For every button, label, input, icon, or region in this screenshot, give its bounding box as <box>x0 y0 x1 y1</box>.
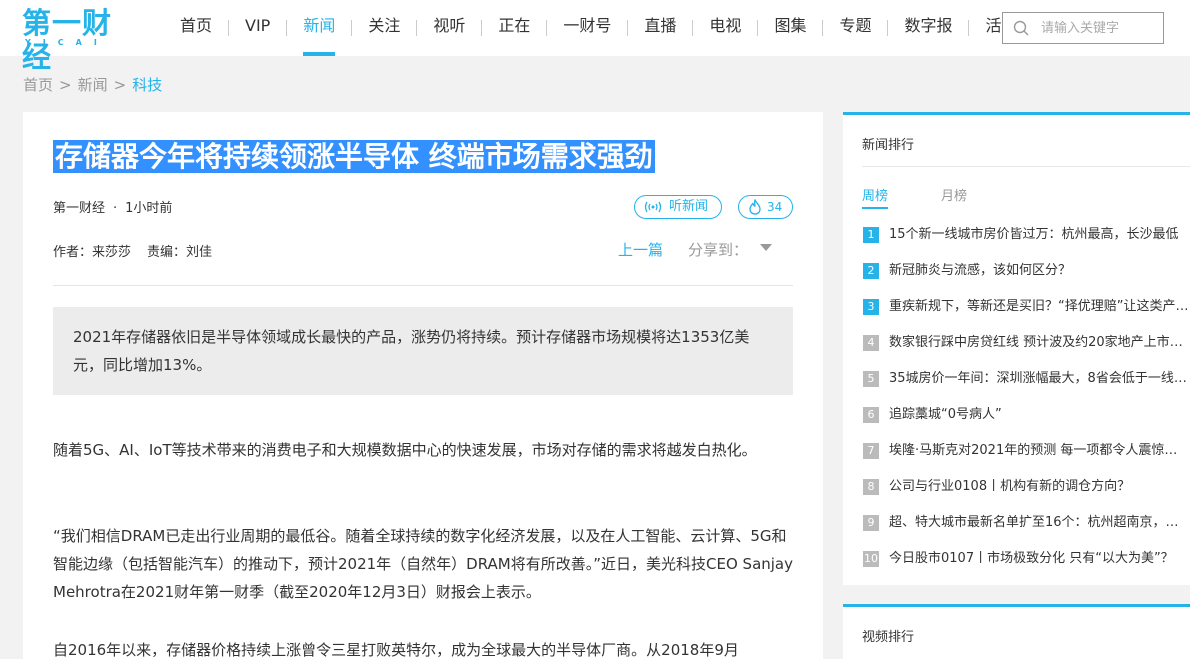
nav-home[interactable]: 首页 <box>164 0 228 56</box>
ranking-list: 1 15个新一线城市房价皆过万：杭州最高，长沙最低 2 新冠肺炎与流感，该如何区… <box>863 224 1190 584</box>
site-logo[interactable]: 第一财经 YICAI <box>22 6 132 74</box>
nav-now[interactable]: 正在 <box>482 0 546 56</box>
breadcrumb-separator: > <box>59 76 72 94</box>
breadcrumb-separator: > <box>113 76 127 94</box>
article-source-line: 第一财经 · 1小时前 <box>53 197 172 216</box>
rank-headline[interactable]: 追踪藁城“0号病人” <box>889 404 1190 426</box>
rank-headline[interactable]: 新冠肺炎与流感，该如何区分？ <box>889 260 1190 282</box>
hot-count: 34 <box>767 200 783 214</box>
main-nav: 首页 VIP 新闻 关注 视听 正在 一财号 直播 电视 图集 专题 数字报 活… <box>164 0 1034 56</box>
article-paragraph: “我们相信DRAM已走出行业周期的最低谷。随着全球持续的数字化经济发展，以及在人… <box>53 527 793 601</box>
previous-article-link[interactable]: 上一篇 <box>618 239 663 260</box>
ranking-item[interactable]: 4 数家银行踩中房贷红线 预计波及约20家地产上市公司 <box>863 332 1190 368</box>
ranking-item[interactable]: 10 今日股市0107丨市场极致分化 只有“以大为美”？ <box>863 548 1190 584</box>
article-time: 1小时前 <box>125 201 173 216</box>
video-ranking-panel: 视频排行 <box>843 604 1190 659</box>
ranking-item[interactable]: 2 新冠肺炎与流感，该如何区分？ <box>863 260 1190 296</box>
article-author: 作者：来莎莎 <box>53 245 132 260</box>
rank-number: 4 <box>863 335 879 351</box>
ranking-item[interactable]: 8 公司与行业0108丨机构有新的调仓方向？ <box>863 476 1190 512</box>
nav-topics[interactable]: 专题 <box>823 0 887 56</box>
rank-number: 6 <box>863 407 879 423</box>
nav-tv[interactable]: 电视 <box>693 0 757 56</box>
share-dropdown-icon[interactable] <box>760 244 772 251</box>
rank-number: 9 <box>863 515 879 531</box>
ranking-item[interactable]: 3 重疾新规下，等新还是买旧？“择优理赔”让这类产品更值得买 <box>863 296 1190 332</box>
article-paragraph: 自2016年以来，存储器价格持续上涨曾令三星打败英特尔，成为全球最大的半导体厂商… <box>53 641 739 659</box>
nav-epaper[interactable]: 数字报 <box>888 0 968 56</box>
ranking-item[interactable]: 9 超、特大城市最新名单扩至16个：杭州超南京，成都超武汉 <box>863 512 1190 548</box>
nav-vip[interactable]: VIP <box>229 0 286 56</box>
rank-headline[interactable]: 超、特大城市最新名单扩至16个：杭州超南京，成都超武汉 <box>889 512 1190 534</box>
article-paragraph: 随着5G、AI、IoT等技术带来的消费电子和大规模数据中心的快速发展，市场对存储… <box>53 441 757 459</box>
audio-wave-icon <box>644 201 662 213</box>
rank-headline[interactable]: 15个新一线城市房价皆过万：杭州最高，长沙最低 <box>889 224 1190 246</box>
rank-number: 2 <box>863 263 879 279</box>
rank-headline[interactable]: 今日股市0107丨市场极致分化 只有“以大为美”？ <box>889 548 1190 570</box>
divider <box>862 166 1190 167</box>
breadcrumb-home[interactable]: 首页 <box>23 76 53 94</box>
flame-icon <box>749 199 761 215</box>
rank-number: 1 <box>863 227 879 243</box>
nav-follow[interactable]: 关注 <box>352 0 416 56</box>
breadcrumb-news[interactable]: 新闻 <box>78 76 108 94</box>
nav-gallery[interactable]: 图集 <box>758 0 822 56</box>
ranking-item[interactable]: 1 15个新一线城市房价皆过万：杭州最高，长沙最低 <box>863 224 1190 260</box>
listen-news-label: 听新闻 <box>669 199 709 214</box>
search-input[interactable] <box>1041 13 1159 43</box>
article-title: 存储器今年将持续领涨半导体 终端市场需求强劲 <box>53 140 655 174</box>
article-panel: 存储器今年将持续领涨半导体 终端市场需求强劲 第一财经 · 1小时前 听新闻 34 … <box>23 112 823 659</box>
ranking-item[interactable]: 7 埃隆·马斯克对2021年的预测 每一项都令人震惊不已 <box>863 440 1190 476</box>
meta-dot: · <box>113 201 118 216</box>
search-icon[interactable] <box>1013 20 1029 36</box>
rank-number: 5 <box>863 371 879 387</box>
news-ranking-panel: 新闻排行 周榜 月榜 1 15个新一线城市房价皆过万：杭州最高，长沙最低 2 新… <box>843 112 1190 585</box>
rank-number: 10 <box>863 551 879 567</box>
rank-headline[interactable]: 重疾新规下，等新还是买旧？“择优理赔”让这类产品更值得买 <box>889 296 1190 318</box>
logo-subtext: YICAI <box>25 38 109 47</box>
share-label[interactable]: 分享到： <box>688 239 748 260</box>
nav-video[interactable]: 视听 <box>417 0 481 56</box>
article-editor: 责编：刘佳 <box>147 245 213 260</box>
rank-headline[interactable]: 公司与行业0108丨机构有新的调仓方向？ <box>889 476 1190 498</box>
nav-news[interactable]: 新闻 <box>287 0 351 56</box>
ranking-item[interactable]: 5 35城房价一年间：深圳涨幅最大，8省会低于一线城市 <box>863 368 1190 404</box>
breadcrumb: 首页 > 新闻 > 科技 <box>23 74 162 95</box>
rank-headline[interactable]: 35城房价一年间：深圳涨幅最大，8省会低于一线城市 <box>889 368 1190 390</box>
listen-news-button[interactable]: 听新闻 <box>634 195 722 219</box>
article-credits: 作者：来莎莎 责编：刘佳 <box>53 241 212 260</box>
nav-yicaihao[interactable]: 一财号 <box>547 0 627 56</box>
divider <box>53 285 793 286</box>
site-header: 第一财经 YICAI 首页 VIP 新闻 关注 视听 正在 一财号 直播 电视 … <box>0 0 1190 74</box>
article-summary: 2021年存储器依旧是半导体领域成长最快的产品，涨势仍将持续。预计存储器市场规模… <box>53 307 793 395</box>
rank-number: 3 <box>863 299 879 315</box>
video-ranking-title: 视频排行 <box>862 630 915 645</box>
article-source: 第一财经 <box>53 201 106 216</box>
tab-monthly[interactable]: 月榜 <box>941 185 967 204</box>
ranking-item[interactable]: 6 追踪藁城“0号病人” <box>863 404 1190 440</box>
nav-live[interactable]: 直播 <box>628 0 692 56</box>
news-ranking-title: 新闻排行 <box>862 138 915 153</box>
rank-number: 8 <box>863 479 879 495</box>
breadcrumb-tech[interactable]: 科技 <box>132 76 162 94</box>
tab-weekly[interactable]: 周榜 <box>862 185 889 209</box>
rank-headline[interactable]: 埃隆·马斯克对2021年的预测 每一项都令人震惊不已 <box>889 440 1190 462</box>
search-box <box>1002 12 1164 44</box>
rank-headline[interactable]: 数家银行踩中房贷红线 预计波及约20家地产上市公司 <box>889 332 1190 354</box>
rank-number: 7 <box>863 443 879 459</box>
article-title-text: 存储器今年将持续领涨半导体 终端市场需求强劲 <box>53 140 655 173</box>
hot-count-button[interactable]: 34 <box>738 195 793 219</box>
